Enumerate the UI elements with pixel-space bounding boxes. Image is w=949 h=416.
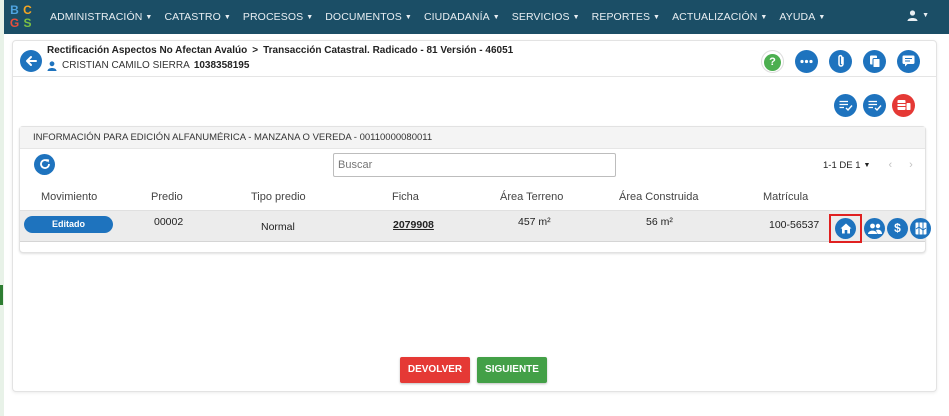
user-menu[interactable]: ▼ xyxy=(907,10,929,21)
column-header[interactable]: Área Terreno xyxy=(500,191,563,203)
column-header[interactable]: Ficha xyxy=(392,191,419,203)
caret-down-icon: ▼ xyxy=(404,13,412,21)
cell-area-terreno: 457 m² xyxy=(518,216,551,228)
menu-reportes[interactable]: REPORTES ▼ xyxy=(586,11,666,23)
cell-area-construida: 56 m² xyxy=(646,216,673,228)
siguiente-button[interactable]: SIGUIENTE xyxy=(477,357,547,383)
home-icon xyxy=(840,223,851,234)
caret-down-icon: ▼ xyxy=(145,13,153,21)
table-header: Movimiento Predio Tipo predio Ficha Área… xyxy=(20,186,925,210)
caret-down-icon: ▼ xyxy=(306,13,314,21)
column-header[interactable]: Predio xyxy=(151,191,183,203)
window-left-edge xyxy=(0,0,4,416)
edition-table-panel: INFORMACIÓN PARA EDICIÓN ALFANUMÉRICA - … xyxy=(19,126,931,253)
table-row: Editado 00002 Normal 2079908 457 m² 56 m… xyxy=(20,210,931,243)
cell-predio: 00002 xyxy=(154,216,184,228)
caret-down-icon: ▼ xyxy=(818,13,826,21)
caret-down-icon: ▼ xyxy=(760,13,768,21)
attachments-button[interactable] xyxy=(829,50,852,73)
chevron-left-icon[interactable]: ‹ xyxy=(888,159,892,171)
person-icon xyxy=(47,60,57,71)
cell-matricula: 100-56537 xyxy=(769,219,820,231)
map-icon xyxy=(915,222,926,235)
menu-servicios[interactable]: SERVICIOS ▼ xyxy=(506,11,586,23)
column-header[interactable]: Tipo predio xyxy=(251,191,306,203)
caret-down-icon: ▼ xyxy=(922,12,929,19)
user-icon xyxy=(907,10,918,21)
list-check-icon xyxy=(868,100,882,112)
caret-down-icon: ▼ xyxy=(492,13,500,21)
devolver-button[interactable]: DEVOLVER xyxy=(400,357,470,383)
column-header[interactable]: Área Construida xyxy=(619,191,699,203)
map-button[interactable] xyxy=(910,218,931,239)
page-range-select[interactable]: 1-1 DE 1 xyxy=(823,160,861,171)
caret-down-icon: ▼ xyxy=(223,13,231,21)
notes-button[interactable] xyxy=(897,50,920,73)
main-menu: ADMINISTRACIÓN ▼ CATASTRO ▼ PROCESOS ▼ DOCU… xyxy=(44,11,831,23)
menu-catastro[interactable]: CATASTRO ▼ xyxy=(158,11,236,23)
card-header: Rectificación Aspectos No Afectan Avalúo… xyxy=(13,41,936,77)
breadcrumb-separator: > xyxy=(252,45,259,56)
valuation-button[interactable]: $ xyxy=(887,218,908,239)
caret-down-icon[interactable]: ▼ xyxy=(864,162,871,169)
caret-down-icon: ▼ xyxy=(572,13,580,21)
paperclip-icon xyxy=(837,54,844,67)
copy-document-icon xyxy=(869,55,880,68)
owners-button[interactable] xyxy=(864,218,885,239)
breadcrumb-process: Rectificación Aspectos No Afectan Avalúo xyxy=(47,45,248,56)
panel-title: INFORMACIÓN PARA EDICIÓN ALFANUMÉRICA - … xyxy=(20,127,925,149)
validate-list-button[interactable] xyxy=(863,94,886,117)
chevron-right-icon[interactable]: › xyxy=(909,159,913,171)
user-name: CRISTIAN CAMILO SIERRA xyxy=(62,60,190,71)
comment-icon xyxy=(902,55,915,67)
row-actions: $ xyxy=(829,214,931,243)
search-input[interactable] xyxy=(333,153,616,177)
header-actions: ? xyxy=(761,50,920,73)
column-header[interactable]: Movimiento xyxy=(41,191,97,203)
menu-ciudadania[interactable]: CIUDADANÍA ▼ xyxy=(418,11,506,23)
menu-actualizacion[interactable]: ACTUALIZACIÓN ▼ xyxy=(666,11,773,23)
menu-ayuda[interactable]: AYUDA ▼ xyxy=(773,11,831,23)
breadcrumb: Rectificación Aspectos No Afectan Avalúo… xyxy=(47,45,513,56)
users-icon xyxy=(867,223,882,234)
top-navbar: B C G S ADMINISTRACIÓN ▼ CATASTRO ▼ PROCES… xyxy=(4,0,949,34)
app-logo[interactable]: B C G S xyxy=(8,4,34,30)
user-document: 1038358195 xyxy=(193,60,250,71)
assigned-user: CRISTIAN CAMILO SIERRA 1038358195 xyxy=(47,60,249,71)
main-card: Rectificación Aspectos No Afectan Avalúo… xyxy=(12,40,937,392)
refresh-icon xyxy=(39,159,50,169)
pagination: 1-1 DE 1 ▼ ‹ › xyxy=(823,159,913,171)
status-badge: Editado xyxy=(24,216,113,233)
more-options-button[interactable] xyxy=(795,50,818,73)
cell-tipo-predio: Normal xyxy=(261,221,295,233)
arrow-left-icon xyxy=(26,56,37,66)
highlighted-action xyxy=(829,214,862,243)
list-check-icon xyxy=(839,100,853,112)
question-icon: ? xyxy=(764,54,781,71)
back-button[interactable] xyxy=(20,50,42,72)
ficha-link[interactable]: 2079908 xyxy=(393,219,434,231)
delete-records-button[interactable] xyxy=(892,94,915,117)
menu-documentos[interactable]: DOCUMENTOS ▼ xyxy=(319,11,418,23)
breadcrumb-transaction: Transacción Catastral. Radicado - 81 Ver… xyxy=(263,45,514,56)
column-header[interactable]: Matrícula xyxy=(763,191,808,203)
property-button[interactable] xyxy=(835,218,856,239)
secondary-actions xyxy=(834,94,915,117)
menu-administracion[interactable]: ADMINISTRACIÓN ▼ xyxy=(44,11,158,23)
table-delete-icon xyxy=(897,100,910,110)
dollar-icon: $ xyxy=(894,221,901,235)
refresh-button[interactable] xyxy=(34,154,55,175)
help-button[interactable]: ? xyxy=(761,50,784,73)
menu-procesos[interactable]: PROCESOS ▼ xyxy=(237,11,319,23)
approve-list-button[interactable] xyxy=(834,94,857,117)
caret-down-icon: ▼ xyxy=(653,13,661,21)
documents-button[interactable] xyxy=(863,50,886,73)
ellipsis-icon xyxy=(800,59,813,64)
